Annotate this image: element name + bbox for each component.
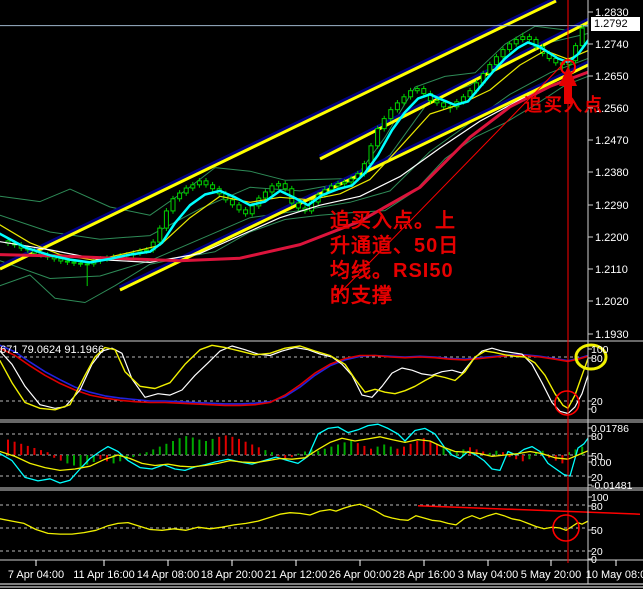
rsi-pane[interactable] (0, 491, 588, 560)
time-axis[interactable] (0, 561, 643, 587)
macd-pane[interactable] (0, 423, 588, 488)
indicator-values-text: 7671 79.0624 91.1966 (0, 344, 105, 356)
trading-chart-window: 1.28301.27401.26501.25601.24701.23801.22… (0, 0, 643, 589)
chart-canvas[interactable]: 1.28301.27401.26501.25601.24701.23801.22… (0, 0, 643, 589)
current-price-badge: 1.2792 (591, 17, 640, 31)
price-axis[interactable] (588, 0, 643, 560)
annotation-main-note: 追买入点。上 升通道、50日 均线。RSI50 的支撑 (330, 210, 460, 307)
annotation-entry-label: 追买入点 (524, 95, 604, 115)
main-chart-pane[interactable] (0, 0, 588, 341)
